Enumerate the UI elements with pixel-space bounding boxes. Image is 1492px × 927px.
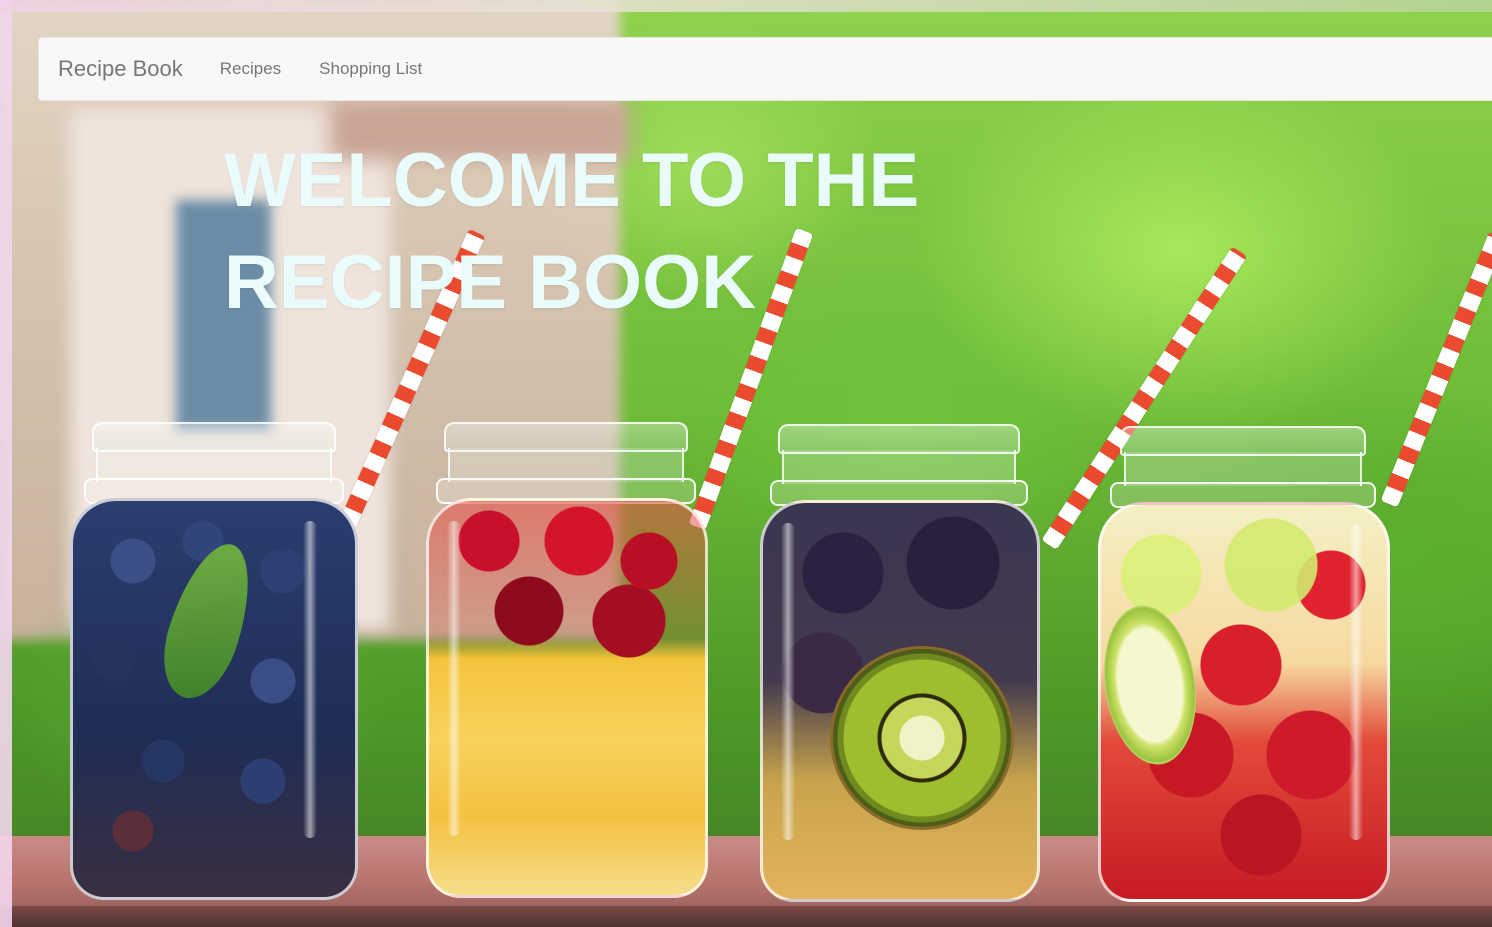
hero-title: WELCOME TO THE RECIPE BOOK [224,138,920,325]
nav-links: Recipes Shopping List [201,59,441,79]
jar-shine [447,521,461,837]
jar-body [426,498,708,898]
jar-neck [448,448,684,482]
jar-shine [1349,525,1363,841]
jar-neck [96,448,332,482]
jar-body [1098,502,1390,902]
kiwi-slice [833,649,1011,827]
navbar: Recipe Book Recipes Shopping List [38,37,1492,101]
jar-cherries-lemon [426,420,708,898]
page: Recipe Book Recipes Shopping List WELCOM… [0,0,1492,927]
jar-blackberries-kiwi [760,420,1040,902]
table-edge [0,906,1492,927]
jar-blueberries [68,420,358,900]
nav-link-recipes[interactable]: Recipes [201,59,300,79]
jar-body [70,498,358,900]
left-edge-tint [0,0,12,927]
jar-shine [781,523,795,840]
nav-link-shopping-list[interactable]: Shopping List [300,59,441,79]
mint-leaf [149,534,267,708]
brand-link[interactable]: Recipe Book [58,56,183,82]
top-edge-tint [0,0,1492,12]
jar-neck [1124,452,1362,486]
jar-shine [303,521,317,838]
jar-body [760,500,1040,902]
lime-slice [1101,599,1206,771]
jar-neck [782,450,1016,484]
jar-raspberries-lime [1098,422,1390,902]
